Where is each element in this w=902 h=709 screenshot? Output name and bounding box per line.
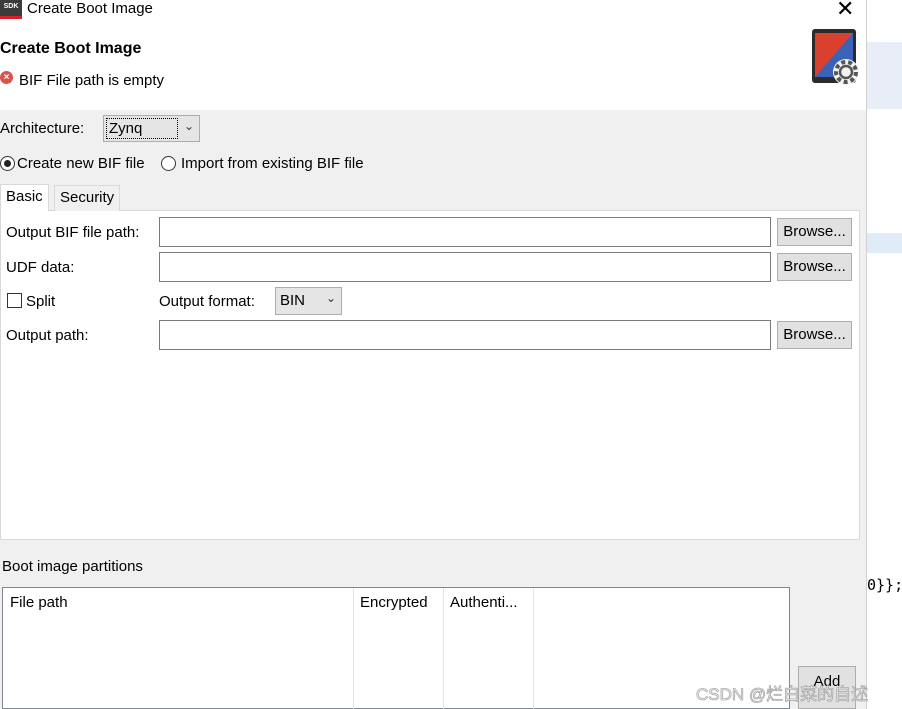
architecture-label: Architecture: (0, 120, 85, 137)
output-bif-browse-button[interactable]: Browse... (777, 218, 852, 246)
create-new-bif-radio[interactable] (0, 156, 15, 171)
output-bif-label: Output BIF file path: (6, 224, 140, 241)
column-encrypted: Encrypted (354, 588, 444, 709)
create-new-bif-label: Create new BIF file (17, 155, 145, 172)
column-file-path: File path (3, 588, 354, 709)
output-path-browse-button[interactable]: Browse... (777, 321, 852, 349)
column-authentication: Authenti... (444, 588, 534, 709)
sdk-app-icon: SDK (0, 0, 22, 19)
window-title: Create Boot Image (27, 0, 153, 17)
boot-image-gear-logo-icon (812, 29, 859, 85)
editor-code-fragment: 0}}; (867, 576, 902, 594)
udf-data-label: UDF data: (6, 259, 75, 276)
column-header[interactable]: Encrypted (360, 594, 428, 611)
output-format-label: Output format: (159, 293, 255, 310)
column-header[interactable]: File path (10, 594, 68, 611)
tab-basic[interactable]: Basic (0, 184, 49, 211)
error-message: BIF File path is empty (19, 72, 165, 89)
partitions-table[interactable]: File path Encrypted Authenti... (2, 587, 790, 709)
editor-selection (867, 233, 902, 253)
chevron-down-icon: ⌄ (325, 291, 336, 305)
title-bar: SDK Create Boot Image ✕ (0, 0, 866, 22)
import-bif-label: Import from existing BIF file (181, 155, 364, 172)
architecture-value: Zynq (106, 118, 178, 139)
output-format-select[interactable]: BIN ⌄ (275, 287, 342, 315)
import-bif-radio[interactable] (161, 156, 176, 171)
error-icon: × (0, 71, 13, 84)
output-path-label: Output path: (6, 327, 89, 344)
close-icon[interactable]: ✕ (836, 0, 854, 22)
output-path-input[interactable] (159, 320, 771, 350)
udf-data-input[interactable] (159, 252, 771, 282)
editor-highlight (867, 42, 902, 109)
architecture-select[interactable]: Zynq ⌄ (103, 115, 200, 142)
background-editor: 0}}; (866, 0, 902, 709)
udf-data-browse-button[interactable]: Browse... (777, 253, 852, 281)
csdn-watermark: CSDN @烂白菜的自述 (696, 685, 869, 705)
create-boot-image-dialog: SDK Create Boot Image ✕ Create Boot Imag… (0, 0, 866, 709)
tab-security[interactable]: Security (54, 185, 121, 211)
split-label: Split (26, 293, 56, 310)
output-format-value: BIN (280, 292, 306, 309)
split-checkbox[interactable] (7, 293, 22, 308)
column-header[interactable]: Authenti... (450, 594, 518, 611)
chevron-down-icon: ⌄ (183, 119, 194, 133)
output-bif-input[interactable] (159, 217, 771, 247)
partitions-section-label: Boot image partitions (2, 558, 143, 575)
dialog-heading: Create Boot Image (0, 40, 142, 57)
